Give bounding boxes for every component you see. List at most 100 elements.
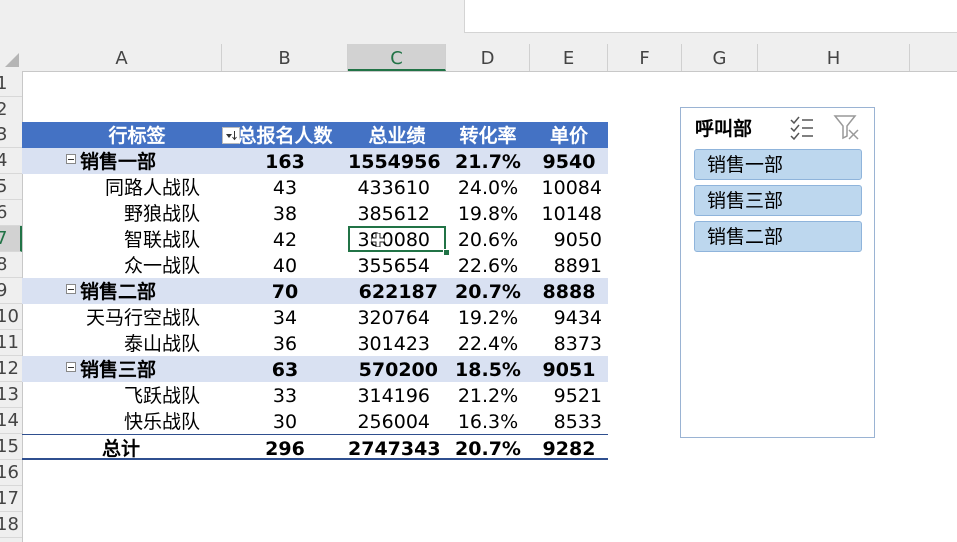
row-header-16[interactable]: 16 [0,460,22,486]
conversion-value[interactable]: 20.7% [446,435,530,461]
row-header-8[interactable]: 8 [0,252,22,278]
unit-price-value[interactable]: 8373 [530,330,602,356]
row-header-5[interactable]: 5 [0,174,22,200]
fill-handle[interactable] [443,249,450,256]
unit-price-value[interactable]: 8891 [530,252,602,278]
unit-price-value[interactable]: 9282 [530,435,608,461]
row-header-12[interactable]: 12 [0,356,22,382]
row-label[interactable]: 智联战队 [22,226,200,252]
unit-price-value[interactable]: 10148 [530,200,602,226]
pivot-dept-row[interactable]: 销售三部 63 570200 18.5% 9051 [22,356,608,382]
sales-value[interactable]: 570200 [348,356,438,382]
pivot-team-row[interactable]: 同路人战队 43 433610 24.0% 10084 [22,174,608,200]
row-header-18[interactable]: 18 [0,512,22,538]
column-header-f[interactable]: F [608,44,682,71]
row-header-2[interactable]: 2 [0,97,22,123]
unit-price-value[interactable]: 10084 [530,174,602,200]
conversion-value[interactable]: 19.8% [446,200,530,226]
registrants-value[interactable]: 63 [222,356,348,382]
collapse-icon[interactable] [66,154,76,164]
row-header-11[interactable]: 11 [0,330,22,356]
pivot-total-row[interactable]: 总计 296 2747343 20.7% 9282 [22,434,608,460]
slicer-item[interactable]: 销售二部 [694,221,862,252]
row-header-15[interactable]: 15 [0,434,22,460]
unit-price-value[interactable]: 9050 [530,226,602,252]
row-label[interactable]: 野狼战队 [22,200,200,226]
registrants-value[interactable]: 70 [222,278,348,304]
sales-value[interactable]: 1554956 [348,148,441,174]
registrants-value[interactable]: 42 [222,226,348,252]
unit-price-value[interactable]: 9540 [530,148,608,174]
row-header-10[interactable]: 10 [0,304,22,330]
row-header-1[interactable]: 1 [0,71,22,97]
conversion-value[interactable]: 22.4% [446,330,530,356]
registrants-value[interactable]: 36 [222,330,348,356]
registrants-value[interactable]: 38 [222,200,348,226]
column-header-e[interactable]: E [530,44,608,71]
unit-price-value[interactable]: 8533 [530,408,602,434]
row-header-9[interactable]: 9 [0,278,22,304]
clear-filter-icon[interactable] [833,114,861,140]
sales-value[interactable]: 355654 [348,252,430,278]
row-label[interactable]: 快乐战队 [22,408,200,434]
unit-price-value[interactable]: 9521 [530,382,602,408]
multi-select-icon[interactable] [789,114,815,140]
row-header-13[interactable]: 13 [0,382,22,408]
row-label[interactable]: 销售三部 [80,356,156,382]
row-label[interactable]: 飞跃战队 [22,382,200,408]
header-sales[interactable]: 总业绩 [348,122,446,148]
slicer-item[interactable]: 销售三部 [694,185,862,216]
conversion-value[interactable]: 21.7% [446,148,530,174]
sales-value[interactable]: 256004 [348,408,430,434]
active-cell-selection[interactable] [348,226,446,252]
conversion-value[interactable]: 19.2% [446,304,530,330]
row-label[interactable]: 销售二部 [80,278,156,304]
row-label[interactable]: 天马行空战队 [22,304,200,330]
header-conversion[interactable]: 转化率 [446,122,530,148]
sales-value[interactable]: 314196 [348,382,430,408]
pivot-team-row[interactable]: 野狼战队 38 385612 19.8% 10148 [22,200,608,226]
pivot-team-row[interactable]: 快乐战队 30 256004 16.3% 8533 [22,408,608,434]
row-label[interactable]: 同路人战队 [22,174,200,200]
registrants-value[interactable]: 30 [222,408,348,434]
pivot-dept-row[interactable]: 销售二部 70 622187 20.7% 8888 [22,278,608,304]
row-label[interactable]: 销售一部 [80,148,156,174]
header-unit-price[interactable]: 单价 [530,122,608,148]
sales-value[interactable]: 433610 [348,174,430,200]
conversion-value[interactable]: 16.3% [446,408,530,434]
conversion-value[interactable]: 21.2% [446,382,530,408]
sales-value[interactable]: 622187 [348,278,438,304]
conversion-value[interactable]: 24.0% [446,174,530,200]
registrants-value[interactable]: 296 [222,435,348,461]
registrants-value[interactable]: 43 [222,174,348,200]
row-header-14[interactable]: 14 [0,408,22,434]
pivot-team-row[interactable]: 众一战队 40 355654 22.6% 8891 [22,252,608,278]
registrants-value[interactable]: 33 [222,382,348,408]
pivot-team-row[interactable]: 飞跃战队 33 314196 21.2% 9521 [22,382,608,408]
pivot-dept-row[interactable]: 销售一部 163 1554956 21.7% 9540 [22,148,608,174]
column-header-d[interactable]: D [446,44,530,71]
sales-value[interactable]: 320764 [348,304,430,330]
conversion-value[interactable]: 22.6% [446,252,530,278]
formula-bar-input[interactable] [464,0,957,33]
row-label[interactable]: 总计 [102,435,140,461]
collapse-icon[interactable] [66,284,76,294]
pivot-team-row[interactable]: 泰山战队 36 301423 22.4% 8373 [22,330,608,356]
sales-value[interactable]: 2747343 [348,435,441,461]
registrants-value[interactable]: 163 [222,148,348,174]
sales-value[interactable]: 385612 [348,200,430,226]
conversion-value[interactable]: 20.6% [446,226,530,252]
registrants-value[interactable]: 40 [222,252,348,278]
pivot-team-row[interactable]: 智联战队 42 380080 20.6% 9050 [22,226,608,252]
row-header-6[interactable]: 6 [0,200,22,226]
row-header-4[interactable]: 4 [0,148,22,174]
unit-price-value[interactable]: 9434 [530,304,602,330]
header-registrants[interactable]: 总报名人数 [222,122,348,148]
row-header-17[interactable]: 17 [0,486,22,512]
column-header-a[interactable]: A [22,44,222,71]
header-row-label[interactable]: 行标签 [92,122,182,148]
collapse-icon[interactable] [66,362,76,372]
pivot-team-row[interactable]: 天马行空战队 34 320764 19.2% 9434 [22,304,608,330]
slicer-panel[interactable]: 呼叫部 销售一部 销售三部 销售二部 [680,107,875,438]
column-header-b[interactable]: B [222,44,348,71]
